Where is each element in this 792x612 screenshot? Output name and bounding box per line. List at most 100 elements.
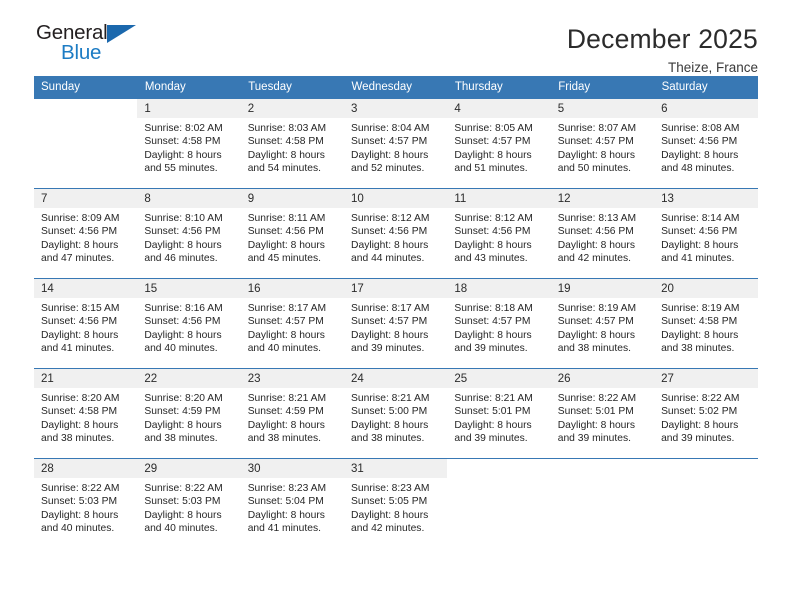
day-cell-inner xyxy=(550,459,655,548)
calendar-header-row: Sunday Monday Tuesday Wednesday Thursday… xyxy=(34,76,759,99)
daylight-text-line1: Daylight: 8 hours xyxy=(41,419,119,431)
calendar-day-cell[interactable]: 3 Sunrise: 8:04 AM Sunset: 4:57 PM Daylight… xyxy=(344,98,448,189)
day-details: Sunrise: 8:05 AM Sunset: 4:57 PM Daylight:… xyxy=(447,118,550,176)
calendar-day-cell[interactable]: 4 Sunrise: 8:05 AM Sunset: 4:57 PM Daylight… xyxy=(447,98,551,189)
generalblue-logo[interactable]: General Blue xyxy=(34,22,144,68)
daylight-text-line1: Daylight: 8 hours xyxy=(247,329,325,341)
sunset-text: Sunset: 4:57 PM xyxy=(351,316,428,328)
daylight-text-line2: and 51 minutes. xyxy=(454,163,528,175)
sunset-text: Sunset: 4:57 PM xyxy=(454,136,531,148)
daylight-text-line1: Daylight: 8 hours xyxy=(454,329,532,341)
day-cell-inner: 4 Sunrise: 8:05 AM Sunset: 4:57 PM Daylight… xyxy=(447,99,551,188)
daylight-text-line2: and 41 minutes. xyxy=(661,253,735,265)
sunset-text: Sunset: 5:03 PM xyxy=(41,496,118,508)
daylight-text-line1: Daylight: 8 hours xyxy=(144,509,222,521)
sunrise-text: Sunrise: 8:22 AM xyxy=(144,483,223,494)
calendar-day-cell[interactable]: 28 Sunrise: 8:22 AM Sunset: 5:03 PM Dayligh… xyxy=(34,458,138,549)
daylight-text-line2: and 54 minutes. xyxy=(247,163,321,175)
calendar-day-cell[interactable]: 16 Sunrise: 8:17 AM Sunset: 4:57 PM Dayligh… xyxy=(240,278,345,369)
calendar-week-row: 14 Sunrise: 8:15 AM Sunset: 4:56 PM Dayligh… xyxy=(34,278,758,369)
daylight-text-line2: and 46 minutes. xyxy=(144,253,218,265)
calendar-day-cell[interactable]: 22 Sunrise: 8:20 AM Sunset: 4:59 PM Dayligh… xyxy=(137,368,241,459)
daylight-text-line2: and 45 minutes. xyxy=(247,253,321,265)
day-cell-inner: 29 Sunrise: 8:22 AM Sunset: 5:03 PM Dayligh… xyxy=(137,459,241,548)
calendar-day-cell[interactable]: 17 Sunrise: 8:17 AM Sunset: 4:57 PM Dayligh… xyxy=(344,278,448,369)
calendar-day-cell[interactable]: 2 Sunrise: 8:03 AM Sunset: 4:58 PM Daylight… xyxy=(240,98,345,189)
daylight-text-line1: Daylight: 8 hours xyxy=(144,239,222,251)
day-cell-inner xyxy=(34,99,138,188)
calendar-day-cell[interactable]: 23 Sunrise: 8:21 AM Sunset: 4:59 PM Dayligh… xyxy=(240,368,345,459)
daylight-text-line2: and 41 minutes. xyxy=(41,343,115,355)
sunrise-text: Sunrise: 8:22 AM xyxy=(557,393,637,404)
calendar-day-cell[interactable]: 29 Sunrise: 8:22 AM Sunset: 5:03 PM Dayligh… xyxy=(137,458,241,549)
day-details: Sunrise: 8:03 AM Sunset: 4:58 PM Daylight:… xyxy=(241,118,344,176)
sunrise-text: Sunrise: 8:09 AM xyxy=(41,213,120,224)
daylight-text-line1: Daylight: 8 hours xyxy=(661,329,739,341)
day-number: 27 xyxy=(654,369,758,388)
daylight-text-line1: Daylight: 8 hours xyxy=(351,509,429,521)
day-number: 15 xyxy=(137,279,241,298)
calendar-day-cell[interactable]: 31 Sunrise: 8:23 AM Sunset: 5:05 PM Dayligh… xyxy=(344,458,448,549)
calendar-day-cell[interactable]: 1 Sunrise: 8:02 AM Sunset: 4:58 PM Daylight… xyxy=(137,98,241,189)
sunrise-text: Sunrise: 8:20 AM xyxy=(144,393,223,404)
sunrise-text: Sunrise: 8:17 AM xyxy=(351,303,430,314)
calendar-day-cell[interactable]: 25 Sunrise: 8:21 AM Sunset: 5:01 PM Dayligh… xyxy=(447,368,551,459)
calendar-day-cell[interactable]: 15 Sunrise: 8:16 AM Sunset: 4:56 PM Dayligh… xyxy=(137,278,241,369)
sunrise-text: Sunrise: 8:05 AM xyxy=(454,123,533,134)
calendar-day-cell[interactable]: 24 Sunrise: 8:21 AM Sunset: 5:00 PM Dayligh… xyxy=(344,368,448,459)
daylight-text-line1: Daylight: 8 hours xyxy=(351,329,429,341)
sunset-text: Sunset: 5:03 PM xyxy=(144,496,221,508)
day-details: Sunrise: 8:18 AM Sunset: 4:57 PM Daylight:… xyxy=(447,298,550,356)
sunset-text: Sunset: 4:56 PM xyxy=(351,226,428,238)
day-cell-inner: 24 Sunrise: 8:21 AM Sunset: 5:00 PM Dayligh… xyxy=(344,369,448,458)
day-number: 16 xyxy=(240,279,345,298)
calendar-day-cell[interactable]: 9 Sunrise: 8:11 AM Sunset: 4:56 PM Daylight… xyxy=(240,188,345,279)
calendar-day-cell[interactable]: 21 Sunrise: 8:20 AM Sunset: 4:58 PM Dayligh… xyxy=(34,368,138,459)
day-number: 17 xyxy=(344,279,448,298)
calendar-day-cell[interactable]: 26 Sunrise: 8:22 AM Sunset: 5:01 PM Dayligh… xyxy=(550,368,655,459)
calendar-day-cell[interactable]: 8 Sunrise: 8:10 AM Sunset: 4:56 PM Daylight… xyxy=(137,188,241,279)
day-details: Sunrise: 8:16 AM Sunset: 4:56 PM Daylight:… xyxy=(137,298,240,356)
daylight-text-line1: Daylight: 8 hours xyxy=(247,149,325,161)
daylight-text-line2: and 42 minutes. xyxy=(557,253,631,265)
sunset-text: Sunset: 4:56 PM xyxy=(41,226,118,238)
day-details: Sunrise: 8:12 AM Sunset: 4:56 PM Daylight:… xyxy=(344,208,447,266)
day-details: Sunrise: 8:21 AM Sunset: 5:00 PM Daylight:… xyxy=(344,388,447,446)
calendar-week-row: 7 Sunrise: 8:09 AM Sunset: 4:56 PM Daylight… xyxy=(34,188,758,279)
calendar-cell-empty xyxy=(550,458,655,549)
daylight-text-line1: Daylight: 8 hours xyxy=(144,329,222,341)
day-details xyxy=(34,118,137,122)
day-cell-inner: 19 Sunrise: 8:19 AM Sunset: 4:57 PM Dayligh… xyxy=(550,279,655,368)
day-cell-inner: 21 Sunrise: 8:20 AM Sunset: 4:58 PM Dayligh… xyxy=(34,369,138,458)
day-cell-inner: 25 Sunrise: 8:21 AM Sunset: 5:01 PM Dayligh… xyxy=(447,369,551,458)
day-number: 30 xyxy=(240,459,345,478)
calendar-day-cell[interactable]: 12 Sunrise: 8:13 AM Sunset: 4:56 PM Dayligh… xyxy=(550,188,655,279)
calendar-day-cell[interactable]: 13 Sunrise: 8:14 AM Sunset: 4:56 PM Dayligh… xyxy=(654,188,758,279)
daylight-text-line1: Daylight: 8 hours xyxy=(351,149,429,161)
sunset-text: Sunset: 4:56 PM xyxy=(41,316,118,328)
calendar-day-cell[interactable]: 11 Sunrise: 8:12 AM Sunset: 4:56 PM Dayligh… xyxy=(447,188,551,279)
daylight-text-line1: Daylight: 8 hours xyxy=(247,239,325,251)
daylight-text-line1: Daylight: 8 hours xyxy=(661,419,739,431)
weekday-header-sunday: Sunday xyxy=(34,76,138,99)
calendar-day-cell[interactable]: 6 Sunrise: 8:08 AM Sunset: 4:56 PM Daylight… xyxy=(654,98,758,189)
day-details: Sunrise: 8:08 AM Sunset: 4:56 PM Daylight:… xyxy=(654,118,757,176)
calendar-day-cell[interactable]: 20 Sunrise: 8:19 AM Sunset: 4:58 PM Dayligh… xyxy=(654,278,758,369)
calendar-day-cell[interactable]: 27 Sunrise: 8:22 AM Sunset: 5:02 PM Dayligh… xyxy=(654,368,758,459)
day-cell-inner: 16 Sunrise: 8:17 AM Sunset: 4:57 PM Dayligh… xyxy=(240,279,345,368)
daylight-text-line1: Daylight: 8 hours xyxy=(41,329,119,341)
calendar-day-cell[interactable]: 7 Sunrise: 8:09 AM Sunset: 4:56 PM Daylight… xyxy=(34,188,138,279)
calendar-day-cell[interactable]: 19 Sunrise: 8:19 AM Sunset: 4:57 PM Dayligh… xyxy=(550,278,655,369)
calendar-day-cell[interactable]: 18 Sunrise: 8:18 AM Sunset: 4:57 PM Dayligh… xyxy=(447,278,551,369)
daylight-text-line2: and 38 minutes. xyxy=(41,433,115,445)
day-cell-inner: 5 Sunrise: 8:07 AM Sunset: 4:57 PM Daylight… xyxy=(550,99,655,188)
calendar-day-cell[interactable]: 5 Sunrise: 8:07 AM Sunset: 4:57 PM Daylight… xyxy=(550,98,655,189)
sunrise-text: Sunrise: 8:12 AM xyxy=(351,213,430,224)
sunrise-text: Sunrise: 8:08 AM xyxy=(661,123,740,134)
day-number: 4 xyxy=(447,99,551,118)
sunrise-text: Sunrise: 8:03 AM xyxy=(247,123,327,134)
calendar-day-cell[interactable]: 10 Sunrise: 8:12 AM Sunset: 4:56 PM Dayligh… xyxy=(344,188,448,279)
calendar-day-cell[interactable]: 30 Sunrise: 8:23 AM Sunset: 5:04 PM Dayligh… xyxy=(240,458,345,549)
sunrise-text: Sunrise: 8:23 AM xyxy=(351,483,430,494)
calendar-day-cell[interactable]: 14 Sunrise: 8:15 AM Sunset: 4:56 PM Dayligh… xyxy=(34,278,138,369)
